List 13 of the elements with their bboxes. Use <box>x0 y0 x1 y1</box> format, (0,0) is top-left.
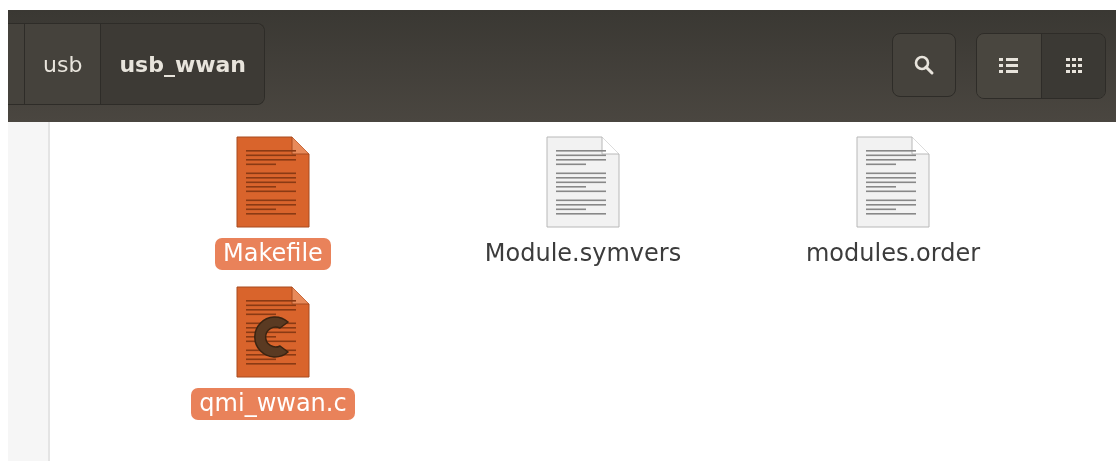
file-name[interactable]: Module.symvers <box>476 238 690 270</box>
grid-icon <box>1063 56 1084 76</box>
file-name[interactable]: modules.order <box>797 238 989 270</box>
grid-view-button[interactable] <box>1041 34 1105 98</box>
search-button[interactable] <box>892 33 956 97</box>
text-file-icon[interactable] <box>546 136 620 228</box>
path-segment[interactable]: usb_wwan <box>101 24 265 104</box>
text-file-icon[interactable] <box>236 136 310 228</box>
list-view-button[interactable] <box>977 34 1041 98</box>
list-icon <box>998 56 1020 76</box>
c-source-file-icon[interactable] <box>236 286 310 378</box>
text-file-icon[interactable] <box>856 136 930 228</box>
search-icon <box>913 54 935 76</box>
